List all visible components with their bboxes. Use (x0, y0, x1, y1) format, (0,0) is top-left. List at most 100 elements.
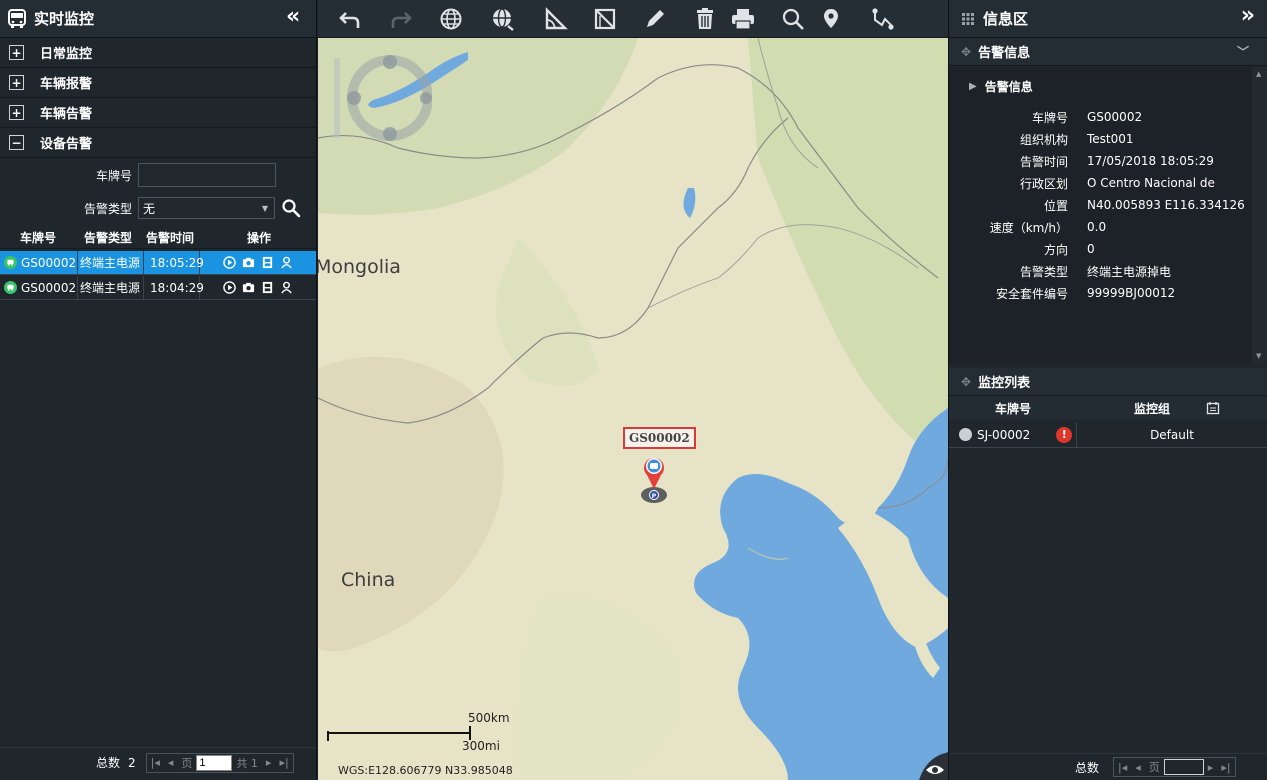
route-icon[interactable] (870, 6, 896, 32)
table-row[interactable]: GS00002 终端主电源 18:04:29 (0, 276, 316, 300)
first-page-icon[interactable]: |◂ (1114, 761, 1131, 774)
left-panel: 实时监控 « + 日常监控 + 车辆报警 + 车辆告警 − 设备告警 车牌号 告… (0, 0, 317, 780)
vehicle-marker-icon[interactable]: P (639, 453, 669, 505)
scale-mi: 300mi (462, 739, 500, 753)
play-icon[interactable] (223, 256, 236, 269)
play-icon[interactable] (223, 281, 236, 294)
section-label: 车辆告警 (40, 107, 93, 122)
header-alarm-time[interactable]: 告警时间 (144, 229, 200, 246)
monitor-row[interactable]: SJ-00002 ! Default (949, 422, 1267, 448)
car-status-icon (4, 256, 17, 269)
monitor-table-header: 车牌号 监控组 (949, 396, 1267, 420)
alarm-type-select[interactable]: 无 ▼ (138, 197, 275, 219)
monitor-group: Default (1150, 427, 1194, 442)
left-panel-title: 实时监控 (34, 10, 95, 28)
section-label: 设备告警 (40, 137, 93, 152)
chevron-down-icon[interactable]: ﹀ (1237, 43, 1249, 60)
search-icon[interactable] (281, 198, 301, 218)
row-actions (200, 276, 316, 299)
printer-icon[interactable] (730, 6, 756, 32)
alarm-type-filter-row: 告警类型 无 ▼ (8, 197, 301, 219)
page-label: 页 (181, 756, 193, 770)
car-status-icon (959, 428, 972, 441)
page-count: 共 1 (236, 756, 258, 770)
location-person-icon[interactable] (280, 256, 293, 269)
expand-icon: + (9, 105, 24, 120)
scroll-down-icon[interactable]: ▼ (1256, 352, 1261, 360)
map-pin-icon[interactable] (818, 6, 844, 32)
section-title: 告警信息 (978, 46, 1031, 61)
car-status-icon (4, 281, 17, 294)
alarm-info-subheader[interactable]: ▶ 告警信息 (969, 78, 1033, 95)
film-icon[interactable] (261, 281, 274, 294)
chevron-down-icon: ▼ (261, 203, 268, 213)
last-page-icon[interactable]: ▸| (275, 756, 292, 769)
location-person-icon[interactable] (280, 281, 293, 294)
map-background (318, 38, 948, 780)
scroll-up-icon[interactable]: ▲ (1256, 70, 1261, 78)
redo-icon[interactable] (387, 6, 413, 32)
first-page-icon[interactable]: |◂ (147, 756, 164, 769)
prev-page-icon[interactable]: ◂ (164, 756, 178, 769)
expand-panel-button[interactable]: » (1241, 3, 1255, 28)
page-input[interactable] (1163, 759, 1204, 775)
plate-input[interactable] (138, 163, 276, 187)
move-handle-icon[interactable]: ✥ (961, 45, 971, 59)
total-label: 总数 (1075, 760, 1100, 775)
section-device-warning[interactable]: − 设备告警 (0, 128, 316, 158)
move-handle-icon[interactable]: ✥ (961, 375, 971, 389)
row-alarm-type: 终端主电源 (78, 251, 144, 274)
monitor-list-section-header[interactable]: ✥ 监控列表 (949, 368, 1267, 396)
table-row[interactable]: GS00002 终端主电源 18:05:29 (0, 251, 316, 275)
info-row-region: 行政区划 O Centro Nacional de (1019, 176, 1215, 191)
next-page-icon[interactable]: ▸ (262, 756, 276, 769)
calendar-icon[interactable] (1206, 401, 1220, 415)
collapse-icon: − (9, 135, 24, 150)
pencil-icon[interactable] (642, 6, 668, 32)
header-alarm-type[interactable]: 告警类型 (78, 229, 144, 246)
header-plate[interactable]: 车牌号 (0, 229, 78, 246)
eye-icon[interactable] (919, 748, 948, 780)
alarm-type-label: 告警类型 (83, 201, 132, 216)
page-input[interactable] (196, 754, 233, 771)
left-pagination: 总数 2 |◂ ◂ 页 共 1 ▸ ▸| (0, 747, 316, 777)
info-row-alarm-type: 告警类型 终端主电源掉电 (1019, 264, 1172, 279)
measure-angle-icon[interactable] (543, 6, 569, 32)
measure-area-icon[interactable] (592, 6, 618, 32)
map-pan-control[interactable] (332, 48, 432, 146)
next-page-icon[interactable]: ▸ (1204, 761, 1218, 774)
right-panel-header: 信息区 » (949, 0, 1267, 38)
info-row-speed: 速度（km/h） 0.0 (989, 220, 1107, 235)
camera-icon[interactable] (242, 281, 255, 294)
row-actions (200, 251, 316, 274)
prev-page-icon[interactable]: ◂ (1131, 761, 1145, 774)
row-alarm-type: 终端主电源 (78, 276, 144, 299)
pager: |◂ ◂ 页 ▸ ▸| (1113, 757, 1236, 777)
alarm-info-section-header[interactable]: ✥ 告警信息 ﹀ (949, 38, 1267, 66)
left-panel-header: 实时监控 « (0, 0, 316, 38)
section-daily-monitor[interactable]: + 日常监控 (0, 38, 316, 68)
trash-icon[interactable] (692, 6, 718, 32)
last-page-icon[interactable]: ▸| (1217, 761, 1234, 774)
info-row-kit-id: 安全套件编号 99999BJ00012 (995, 286, 1176, 301)
row-alarm-time: 18:05:29 (144, 251, 204, 274)
alarm-table-header: 车牌号 告警类型 告警时间 操作 (0, 227, 316, 249)
map-canvas[interactable]: Mongolia China GS00002 P 500km 300mi WGS… (318, 38, 948, 780)
row-alarm-time: 18:04:29 (144, 276, 204, 299)
alert-icon[interactable]: ! (1056, 426, 1073, 443)
globe-icon[interactable] (438, 6, 464, 32)
section-vehicle-alarm[interactable]: + 车辆报警 (0, 68, 316, 98)
film-icon[interactable] (261, 256, 274, 269)
header-plate[interactable]: 车牌号 (949, 400, 1077, 417)
camera-icon[interactable] (242, 256, 255, 269)
info-row-org: 组织机构 Test001 (1019, 132, 1134, 147)
header-monitor-group[interactable]: 监控组 (1134, 400, 1170, 417)
globe-settings-icon[interactable] (490, 6, 516, 32)
vehicle-label[interactable]: GS00002 (623, 427, 696, 449)
section-vehicle-warning[interactable]: + 车辆告警 (0, 98, 316, 128)
info-row-position: 位置 N40.005893 E116.334126 (1043, 198, 1245, 213)
undo-icon[interactable] (338, 6, 364, 32)
zoom-search-icon[interactable] (780, 6, 806, 32)
collapse-panel-button[interactable]: « (286, 4, 300, 29)
info-scrollbar[interactable]: ▲ ▼ (1252, 67, 1267, 363)
